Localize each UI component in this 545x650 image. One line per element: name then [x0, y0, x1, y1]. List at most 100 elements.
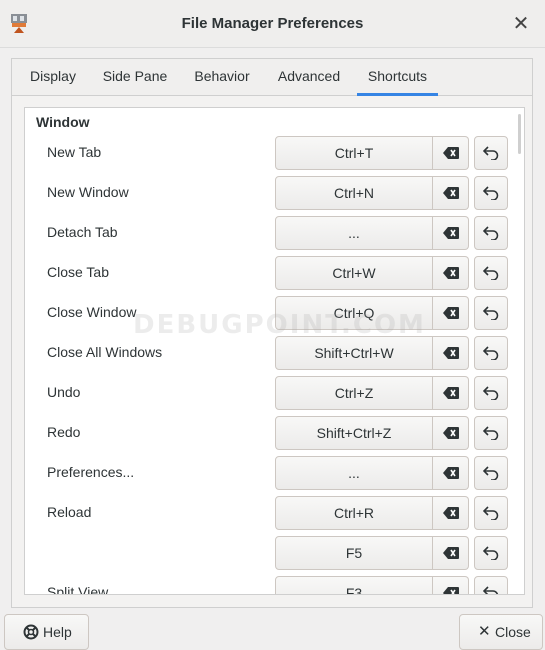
undo-arrow-icon: [483, 466, 499, 480]
shortcut-label: Close Tab: [47, 264, 110, 280]
shortcut-row: Detach Tab...: [25, 216, 524, 250]
backspace-icon: [442, 267, 459, 279]
reset-shortcut-button[interactable]: [474, 496, 508, 530]
shortcut-label: Close Window: [47, 304, 137, 320]
shortcut-row: F5: [25, 536, 524, 570]
section-title-window: Window: [36, 114, 90, 130]
close-icon: ✕: [478, 623, 491, 640]
reset-shortcut-button[interactable]: [474, 136, 508, 170]
undo-arrow-icon: [483, 386, 499, 400]
clear-shortcut-button[interactable]: [433, 496, 469, 530]
shortcut-accelerator-button[interactable]: Ctrl+W: [275, 256, 433, 290]
shortcut-accelerator-button[interactable]: Shift+Ctrl+W: [275, 336, 433, 370]
undo-arrow-icon: [483, 306, 499, 320]
help-button-label: Help: [43, 624, 72, 640]
tab-shortcuts[interactable]: Shortcuts: [357, 59, 438, 96]
shortcut-label: Reload: [47, 504, 92, 520]
shortcut-row: Split View F3: [25, 576, 524, 595]
shortcut-label: Preferences...: [47, 464, 135, 480]
shortcut-label: New Tab: [47, 144, 102, 160]
clear-shortcut-button[interactable]: [433, 256, 469, 290]
undo-arrow-icon: [483, 186, 499, 200]
shortcut-row: Reload Ctrl+R: [25, 496, 524, 530]
tab-advanced[interactable]: Advanced: [268, 59, 350, 96]
backspace-icon: [442, 187, 459, 199]
undo-arrow-icon: [483, 586, 499, 594]
clear-shortcut-button[interactable]: [433, 336, 469, 370]
clear-shortcut-button[interactable]: [433, 576, 469, 594]
backspace-icon: [442, 307, 459, 319]
reset-shortcut-button[interactable]: [474, 216, 508, 250]
reset-shortcut-button[interactable]: [474, 416, 508, 450]
shortcut-label: Undo: [47, 384, 81, 400]
backspace-icon: [442, 587, 459, 594]
clear-shortcut-button[interactable]: [433, 176, 469, 210]
shortcut-accelerator-button[interactable]: F3: [275, 576, 433, 594]
clear-shortcut-button[interactable]: [433, 536, 469, 570]
clear-shortcut-button[interactable]: [433, 216, 469, 250]
clear-shortcut-button[interactable]: [433, 136, 469, 170]
shortcut-row: Undo Ctrl+Z: [25, 376, 524, 410]
shortcut-row: Close Window Ctrl+Q: [25, 296, 524, 330]
shortcut-accelerator-button[interactable]: Ctrl+Q: [275, 296, 433, 330]
undo-arrow-icon: [483, 266, 499, 280]
title-bar: File Manager Preferences ✕: [0, 0, 545, 48]
reset-shortcut-button[interactable]: [474, 456, 508, 490]
dialog-footer: Help ✕ Close: [0, 608, 545, 650]
shortcut-label: Close All Windows: [47, 344, 163, 360]
backspace-icon: [442, 507, 459, 519]
backspace-icon: [442, 347, 459, 359]
shortcut-row: Redo Shift+Ctrl+Z: [25, 416, 524, 450]
reset-shortcut-button[interactable]: [474, 376, 508, 410]
backspace-icon: [442, 227, 459, 239]
reset-shortcut-button[interactable]: [474, 576, 508, 594]
undo-arrow-icon: [483, 226, 499, 240]
clear-shortcut-button[interactable]: [433, 416, 469, 450]
undo-arrow-icon: [483, 346, 499, 360]
undo-arrow-icon: [483, 426, 499, 440]
tab-side-pane[interactable]: Side Pane: [95, 59, 175, 96]
reset-shortcut-button[interactable]: [474, 296, 508, 330]
window-title: File Manager Preferences: [181, 15, 364, 32]
shortcut-label: Redo: [47, 424, 81, 440]
clear-shortcut-button[interactable]: [433, 296, 469, 330]
shortcut-accelerator-button[interactable]: Ctrl+R: [275, 496, 433, 530]
shortcut-row: Close Tab Ctrl+W: [25, 256, 524, 290]
shortcut-accelerator-button[interactable]: F5: [275, 536, 433, 570]
undo-arrow-icon: [483, 546, 499, 560]
reset-shortcut-button[interactable]: [474, 536, 508, 570]
shortcut-accelerator-button[interactable]: ...: [275, 216, 433, 250]
tab-behavior[interactable]: Behavior: [186, 59, 258, 96]
help-button[interactable]: Help: [4, 614, 89, 650]
shortcut-row: New Window Ctrl+N: [25, 176, 524, 210]
shortcut-label: Detach Tab: [47, 224, 118, 240]
reset-shortcut-button[interactable]: [474, 256, 508, 290]
backspace-icon: [442, 427, 459, 439]
clear-shortcut-button[interactable]: [433, 376, 469, 410]
shortcut-accelerator-button[interactable]: ...: [275, 456, 433, 490]
shortcut-accelerator-button[interactable]: Ctrl+T: [275, 136, 433, 170]
preferences-notebook: Display Side Pane Behavior Advanced Shor…: [11, 58, 533, 608]
backspace-icon: [442, 147, 459, 159]
reset-shortcut-button[interactable]: [474, 336, 508, 370]
window-close-icon[interactable]: ✕: [511, 14, 531, 34]
close-button-label: Close: [495, 624, 531, 640]
shortcuts-panel: Window New Tab Ctrl+T New Window Ctrl+N Deta…: [24, 107, 525, 595]
shortcut-accelerator-button[interactable]: Shift+Ctrl+Z: [275, 416, 433, 450]
backspace-icon: [442, 547, 459, 559]
shortcut-row: New Tab Ctrl+T: [25, 136, 524, 170]
backspace-icon: [442, 387, 459, 399]
shortcut-row: Close All Windows Shift+Ctrl+W: [25, 336, 524, 370]
shortcut-label: New Window: [47, 184, 129, 200]
close-button[interactable]: ✕ Close: [459, 614, 543, 650]
undo-arrow-icon: [483, 506, 499, 520]
shortcut-accelerator-button[interactable]: Ctrl+Z: [275, 376, 433, 410]
lifebuoy-icon: [23, 624, 39, 640]
clear-shortcut-button[interactable]: [433, 456, 469, 490]
shortcut-label: Split View: [47, 584, 109, 595]
tab-bar: Display Side Pane Behavior Advanced Shor…: [12, 59, 532, 96]
shortcut-accelerator-button[interactable]: Ctrl+N: [275, 176, 433, 210]
backspace-icon: [442, 467, 459, 479]
reset-shortcut-button[interactable]: [474, 176, 508, 210]
tab-display[interactable]: Display: [21, 59, 85, 96]
